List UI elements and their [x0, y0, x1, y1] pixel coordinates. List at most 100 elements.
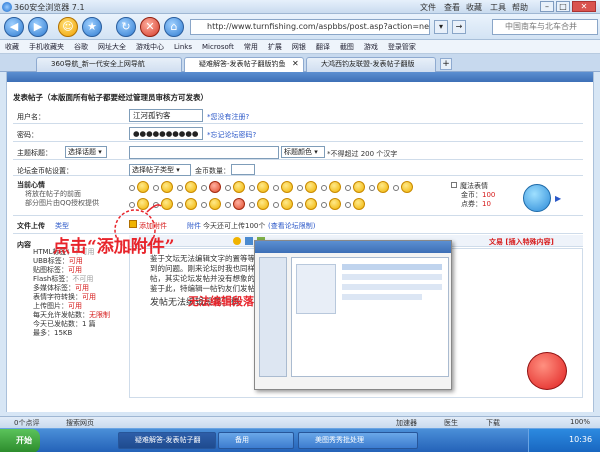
- comment-count[interactable]: 0个点评: [14, 418, 39, 428]
- back-button[interactable]: ◀: [4, 17, 24, 37]
- tab-post-topic[interactable]: 疑难解答-发表帖子翻版钓鱼: [184, 57, 304, 72]
- task-backup[interactable]: 备用: [218, 432, 294, 449]
- register-link[interactable]: *您没有注册?: [207, 112, 249, 122]
- mood-radio[interactable]: [225, 185, 231, 191]
- menu-view[interactable]: 查看: [444, 2, 460, 13]
- menu-help[interactable]: 帮助: [512, 2, 528, 13]
- fav-item-favorites[interactable]: 收藏: [0, 40, 24, 52]
- fav-item-translate[interactable]: 翻译: [311, 40, 335, 52]
- points-stat-label: 点券：10: [461, 199, 491, 209]
- mood-radio[interactable]: [273, 202, 279, 208]
- mood-radio[interactable]: [345, 185, 351, 191]
- prop-key: 多媒体标签：: [33, 284, 75, 292]
- points-stat-value: 10: [482, 200, 491, 208]
- smiley-insert-icon[interactable]: [233, 237, 241, 245]
- fav-item-links[interactable]: Links: [169, 41, 197, 51]
- address-input[interactable]: http://www.turnfishing.com/aspbbs/post.a…: [190, 19, 430, 35]
- mood-radio[interactable]: [297, 202, 303, 208]
- accelerator-link[interactable]: 加速器: [396, 418, 417, 428]
- menu-tools[interactable]: 工具: [490, 2, 506, 13]
- popup-title-bar: [255, 241, 451, 253]
- upload-type-link[interactable]: 类型: [55, 221, 69, 231]
- go-button[interactable]: →: [452, 20, 466, 34]
- gold-count-input[interactable]: [231, 164, 255, 175]
- fav-item-bank[interactable]: 网银: [287, 40, 311, 52]
- home-button[interactable]: ⌂: [164, 17, 184, 37]
- fav-item-mobile[interactable]: 手机收藏夹: [24, 40, 69, 52]
- forward-button[interactable]: ▶: [28, 17, 48, 37]
- sleepy-icon: [353, 181, 365, 193]
- insert-special-link[interactable]: 文易 [插入特殊内容]: [489, 237, 554, 247]
- tab-label: 大鸿西钓友联盟-发表帖子翻版: [321, 60, 415, 68]
- mood-radio[interactable]: [369, 185, 375, 191]
- fav-item-common[interactable]: 常用: [239, 40, 263, 52]
- address-dropdown-icon[interactable]: ▾: [434, 20, 448, 34]
- task-meitu[interactable]: 美图秀秀批处理: [298, 432, 418, 449]
- mood-radio[interactable]: [321, 202, 327, 208]
- post-type-select[interactable]: 选择帖子类型 ▾: [129, 164, 191, 176]
- grin-icon: [401, 181, 413, 193]
- shy-icon: [305, 181, 317, 193]
- close-window-button[interactable]: ✕: [572, 1, 596, 12]
- attachment-link[interactable]: 附件: [187, 221, 201, 231]
- magic-emoji-checkbox[interactable]: [451, 182, 457, 188]
- minimize-button[interactable]: –: [540, 1, 554, 12]
- fav-item-microsoft[interactable]: Microsoft: [197, 41, 239, 51]
- mood-radio[interactable]: [129, 185, 135, 191]
- mood-radio[interactable]: [201, 202, 207, 208]
- fav-item-screenshot[interactable]: 截图: [335, 40, 359, 52]
- menu-favorites[interactable]: 收藏: [466, 2, 482, 13]
- tongue-icon: [329, 181, 341, 193]
- blush-icon: [185, 198, 197, 210]
- refresh-button[interactable]: ↻: [116, 17, 136, 37]
- stop-button[interactable]: ✕: [140, 17, 160, 37]
- fav-item-game[interactable]: 游戏: [359, 40, 383, 52]
- fav-item-google[interactable]: 谷歌: [69, 40, 93, 52]
- forgot-password-link[interactable]: *忘记论坛密码?: [207, 130, 256, 140]
- mood-radio[interactable]: [225, 202, 231, 208]
- title-color-select[interactable]: 标题颜色 ▾: [281, 146, 325, 158]
- mood-radio[interactable]: [201, 185, 207, 191]
- mood-radio[interactable]: [393, 185, 399, 191]
- taskbar: 开始 疑难解答-发表帖子翻 备用 美图秀秀批处理 10:36: [0, 428, 600, 452]
- mood-radio[interactable]: [321, 185, 327, 191]
- close-tab-icon[interactable]: ✕: [292, 59, 299, 68]
- magic-emoji-icon[interactable]: [523, 184, 551, 212]
- maximize-button[interactable]: □: [556, 1, 570, 12]
- search-input[interactable]: 中国南车与北车合并: [492, 19, 598, 35]
- menu-file[interactable]: 文件: [420, 2, 436, 13]
- prop-key: 最多：: [33, 329, 54, 337]
- popup-main: [291, 257, 449, 377]
- fav-item-sites[interactable]: 网址大全: [93, 40, 131, 52]
- subject-input[interactable]: [129, 146, 279, 159]
- start-button[interactable]: 开始: [0, 429, 40, 452]
- task-browser[interactable]: 疑难解答-发表帖子翻: [118, 432, 216, 449]
- password-input[interactable]: ●●●●●●●●●●: [129, 127, 203, 140]
- home-smiley-icon[interactable]: ☺: [58, 17, 78, 37]
- new-tab-button[interactable]: +: [440, 58, 452, 70]
- bookmark-icon[interactable]: ★: [82, 17, 102, 37]
- mood-radio[interactable]: [177, 185, 183, 191]
- mood-radio[interactable]: [153, 185, 159, 191]
- mood-radio[interactable]: [345, 202, 351, 208]
- search-web-link[interactable]: 搜索网页: [66, 418, 94, 428]
- tab-360-navigation[interactable]: 360导航_新一代安全上网导航: [36, 57, 182, 72]
- topic-select[interactable]: 选择话题 ▾: [65, 146, 107, 158]
- clock[interactable]: 10:36: [569, 435, 592, 444]
- mood-radio[interactable]: [249, 202, 255, 208]
- mood-radio[interactable]: [297, 185, 303, 191]
- fav-item-login[interactable]: 登录管家: [383, 40, 421, 52]
- forum-limit-link[interactable]: (查看论坛限制): [268, 221, 315, 231]
- fav-item-extend[interactable]: 扩展: [263, 40, 287, 52]
- fav-item-games[interactable]: 游戏中心: [131, 40, 169, 52]
- image-insert-icon[interactable]: [245, 237, 253, 245]
- username-input[interactable]: 江河孤钓客: [129, 109, 203, 122]
- mood-radio[interactable]: [273, 185, 279, 191]
- doctor-link[interactable]: 医生: [444, 418, 458, 428]
- next-emoji-icon[interactable]: ▶: [555, 194, 561, 203]
- tab-fishing-league[interactable]: 大鸿西钓友联盟-发表帖子翻版: [306, 57, 436, 72]
- mood-radio[interactable]: [177, 202, 183, 208]
- zoom-level[interactable]: 100%: [570, 418, 590, 426]
- mood-radio[interactable]: [249, 185, 255, 191]
- download-link[interactable]: 下载: [486, 418, 500, 428]
